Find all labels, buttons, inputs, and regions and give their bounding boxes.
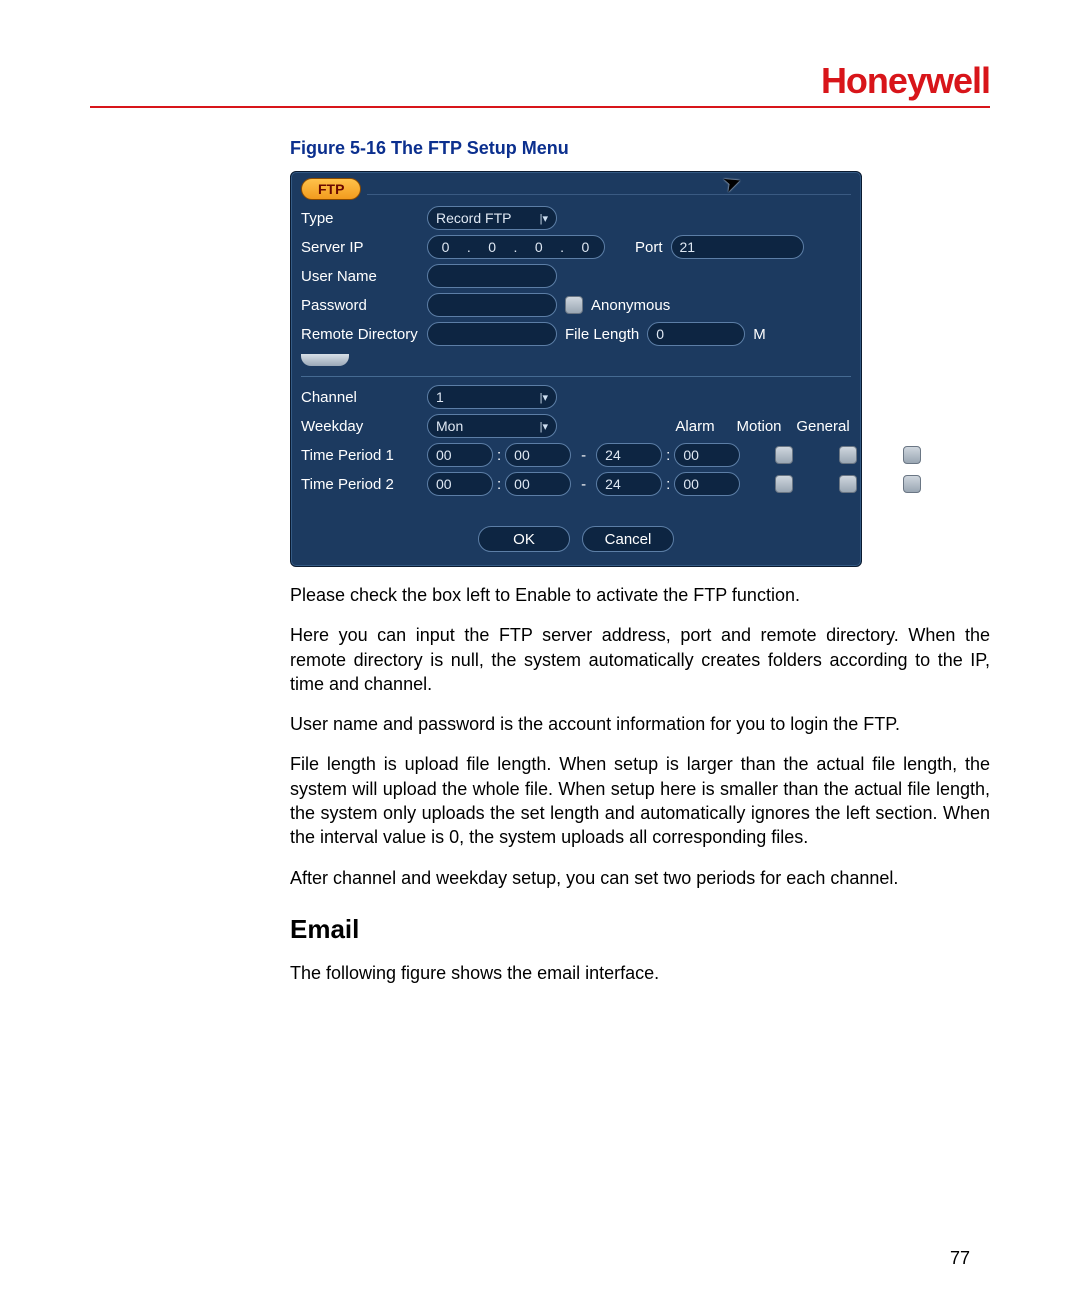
label-time-period-2: Time Period 2 [301, 476, 419, 493]
tp1-alarm-checkbox[interactable] [775, 446, 793, 464]
label-password: Password [301, 297, 419, 314]
tp1-start-min-value: 00 [514, 447, 530, 463]
channel-dropdown[interactable]: 1 |▾ [427, 385, 557, 409]
label-time-period-1: Time Period 1 [301, 447, 419, 464]
figure-caption: Figure 5-16 The FTP Setup Menu [290, 138, 990, 159]
colon-icon: : [497, 447, 501, 464]
label-alarm: Alarm [667, 418, 723, 435]
tp2-general-checkbox[interactable] [903, 475, 921, 493]
port-value: 21 [680, 239, 696, 255]
dash-icon: - [581, 476, 586, 493]
tp1-start-hour-value: 00 [436, 447, 452, 463]
password-field[interactable] [427, 293, 557, 317]
weekday-dropdown[interactable]: Mon |▾ [427, 414, 557, 438]
tp1-motion-checkbox[interactable] [839, 446, 857, 464]
label-type: Type [301, 210, 419, 227]
tp2-alarm-checkbox[interactable] [775, 475, 793, 493]
tp2-end-hour[interactable]: 24 [596, 472, 662, 496]
tp2-end-hour-value: 24 [605, 476, 621, 492]
page-number: 77 [950, 1248, 970, 1269]
chevron-down-icon: |▾ [540, 212, 548, 225]
tp1-general-checkbox[interactable] [903, 446, 921, 464]
tp2-start-min[interactable]: 00 [505, 472, 571, 496]
weekday-value: Mon [436, 418, 463, 434]
tp2-start-min-value: 00 [514, 476, 530, 492]
tp2-start-hour-value: 00 [436, 476, 452, 492]
ok-button[interactable]: OK [478, 526, 570, 552]
email-heading: Email [290, 914, 990, 945]
chevron-down-icon: |▾ [540, 391, 548, 404]
cancel-button[interactable]: Cancel [582, 526, 674, 552]
label-server-ip: Server IP [301, 239, 419, 256]
label-anonymous: Anonymous [591, 297, 670, 314]
type-dropdown[interactable]: Record FTP |▾ [427, 206, 557, 230]
label-file-length: File Length [565, 326, 639, 343]
tp2-motion-checkbox[interactable] [839, 475, 857, 493]
dash-icon: - [581, 447, 586, 464]
colon-icon: : [497, 476, 501, 493]
label-remote-directory: Remote Directory [301, 326, 419, 343]
section-toggle-handle[interactable] [301, 354, 349, 366]
tp1-end-min-value: 00 [683, 447, 699, 463]
port-field[interactable]: 21 [671, 235, 804, 259]
body-paragraph-2: Here you can input the FTP server addres… [290, 623, 990, 696]
label-user-name: User Name [301, 268, 419, 285]
channel-value: 1 [436, 389, 444, 405]
body-paragraph-4: File length is upload file length. When … [290, 752, 990, 849]
ip-octet-3: 0 [529, 239, 549, 255]
tab-ftp[interactable]: FTP [301, 178, 361, 200]
label-motion: Motion [731, 418, 787, 435]
file-length-value: 0 [656, 326, 664, 342]
tp1-end-hour-value: 24 [605, 447, 621, 463]
anonymous-checkbox[interactable] [565, 296, 583, 314]
label-weekday: Weekday [301, 418, 419, 435]
body-paragraph-5: After channel and weekday setup, you can… [290, 866, 990, 890]
ip-octet-2: 0 [483, 239, 503, 255]
tp1-end-hour[interactable]: 24 [596, 443, 662, 467]
colon-icon: : [666, 447, 670, 464]
ip-octet-1: 0 [436, 239, 456, 255]
server-ip-field[interactable]: 0. 0. 0. 0 [427, 235, 605, 259]
label-port: Port [635, 239, 663, 256]
section-divider [301, 376, 851, 377]
tp1-end-min[interactable]: 00 [674, 443, 740, 467]
user-name-field[interactable] [427, 264, 557, 288]
tp1-start-min[interactable]: 00 [505, 443, 571, 467]
label-general: General [795, 418, 851, 435]
tp2-start-hour[interactable]: 00 [427, 472, 493, 496]
body-paragraph-1: Please check the box left to Enable to a… [290, 583, 990, 607]
chevron-down-icon: |▾ [540, 420, 548, 433]
tp1-start-hour[interactable]: 00 [427, 443, 493, 467]
ftp-setup-panel: ➤ FTP Type Record FTP |▾ Server IP 0. 0.… [290, 171, 862, 567]
ip-octet-4: 0 [576, 239, 596, 255]
remote-directory-field[interactable] [427, 322, 557, 346]
body-paragraph-6: The following figure shows the email int… [290, 961, 990, 985]
type-value: Record FTP [436, 210, 511, 226]
body-paragraph-3: User name and password is the account in… [290, 712, 990, 736]
label-file-length-unit: M [753, 326, 766, 343]
header-rule [90, 106, 990, 108]
tab-bar-rest [367, 184, 851, 195]
brand-logo-text: Honeywell [90, 60, 990, 102]
file-length-field[interactable]: 0 [647, 322, 745, 346]
tp2-end-min[interactable]: 00 [674, 472, 740, 496]
colon-icon: : [666, 476, 670, 493]
label-channel: Channel [301, 389, 419, 406]
tp2-end-min-value: 00 [683, 476, 699, 492]
